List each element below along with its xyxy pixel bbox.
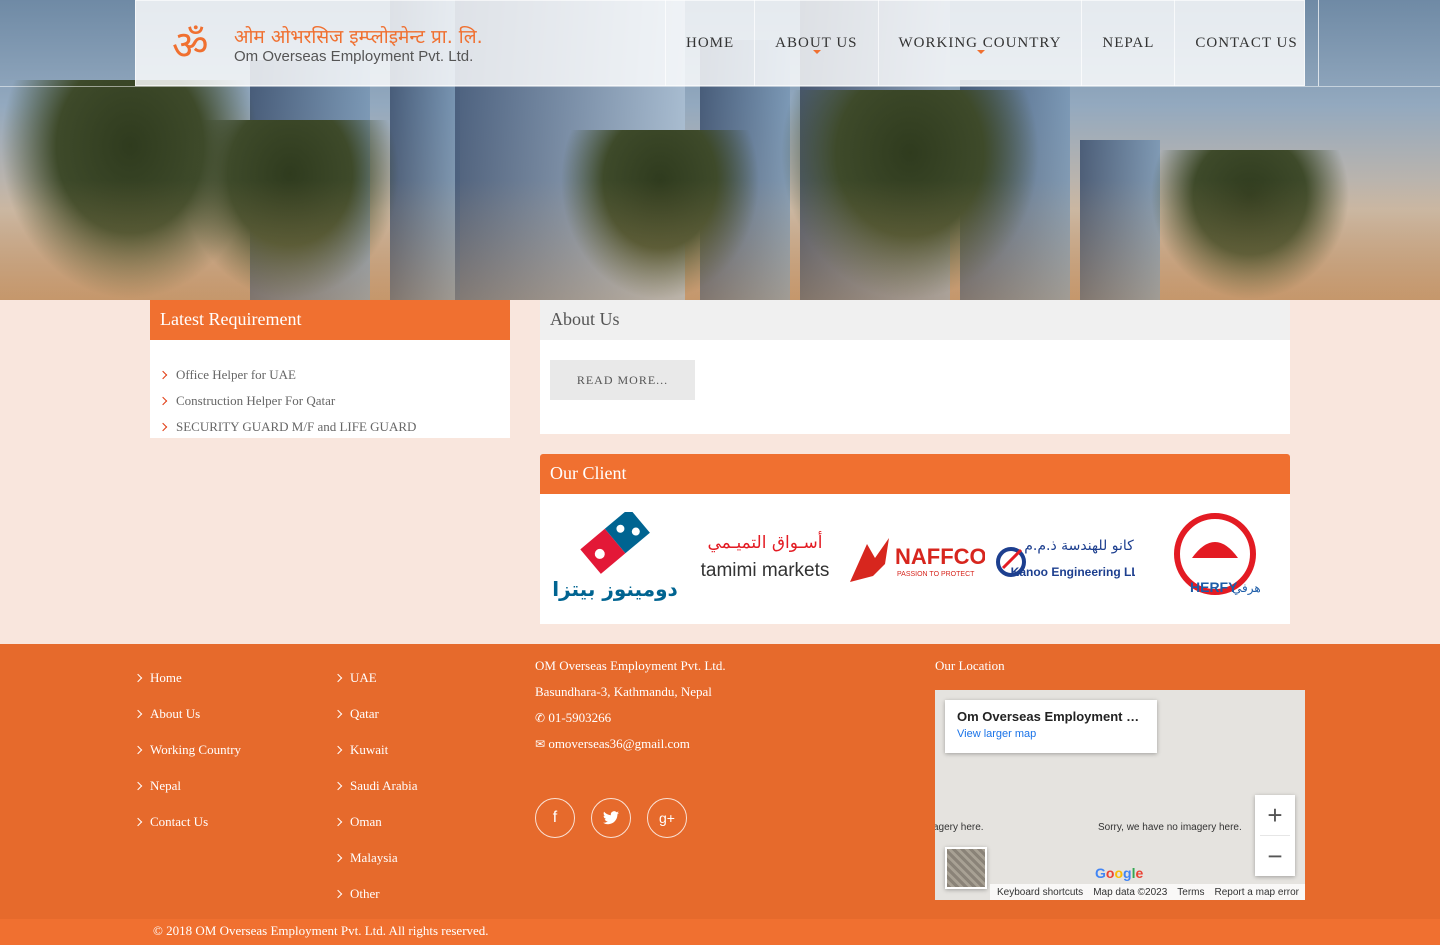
phone: ✆ 01-5903266 <box>535 710 612 725</box>
requirement-item[interactable]: Office Helper for UAE <box>158 362 416 388</box>
chevron-right-icon <box>158 370 168 380</box>
read-more-button[interactable]: Read More... <box>550 360 695 400</box>
svg-text:كانو للهندسة ذ.م.م: كانو للهندسة ذ.م.م <box>1024 538 1134 554</box>
footer-link[interactable]: Working Country <box>133 732 241 768</box>
chevron-right-icon <box>333 745 343 755</box>
footer-country-link[interactable]: Malaysia <box>333 840 418 876</box>
footer-country-link[interactable]: UAE <box>333 660 418 696</box>
facebook-icon[interactable]: f <box>535 798 575 838</box>
envelope-icon: ✉ <box>535 737 546 751</box>
chevron-right-icon <box>333 889 343 899</box>
client-logo-herfy[interactable]: HERFY هرفي <box>1145 509 1285 609</box>
footer-country-link[interactable]: Oman <box>333 804 418 840</box>
client-logo-dominos[interactable]: دومينوز بيتزا <box>545 509 685 609</box>
requirement-list: Office Helper for UAE Construction Helpe… <box>158 362 416 440</box>
chevron-right-icon <box>133 817 143 827</box>
nav-home[interactable]: Home <box>665 0 754 86</box>
requirement-item[interactable]: Construction Helper For Qatar <box>158 388 416 414</box>
report-error-link[interactable]: Report a map error <box>1215 887 1299 898</box>
caret-down-icon <box>976 50 985 54</box>
copyright-text: © 2018 OM Overseas Employment Pvt. Ltd. … <box>153 923 489 938</box>
twitter-icon[interactable] <box>591 798 631 838</box>
terms-link[interactable]: Terms <box>1177 887 1204 898</box>
map-layer-toggle[interactable] <box>945 847 987 889</box>
map-attribution-bar: Keyboard shortcuts Map data ©2023 Terms … <box>990 884 1305 900</box>
google-logo: Google <box>1095 865 1144 881</box>
keyboard-shortcuts-link[interactable]: Keyboard shortcuts <box>997 887 1083 898</box>
zoom-out-icon[interactable]: − <box>1255 836 1295 876</box>
chevron-right-icon <box>133 673 143 683</box>
nav-contact-us[interactable]: Contact Us <box>1174 0 1319 86</box>
chevron-right-icon <box>333 817 343 827</box>
footer-country-link[interactable]: Saudi Arabia <box>333 768 418 804</box>
footer-link[interactable]: About Us <box>133 696 241 732</box>
map-data-text: Map data ©2023 <box>1093 886 1168 898</box>
company-name: OM Overseas Employment Pvt. Ltd. <box>535 658 726 673</box>
svg-text:NAFFCO: NAFFCO <box>895 544 985 569</box>
map-no-imagery-text: agery here. <box>935 822 984 833</box>
footer-links-main: Home About Us Working Country Nepal Cont… <box>133 660 241 840</box>
client-logos: دومينوز بيتزا أسـواق التميـمي tamimi mar… <box>540 494 1290 624</box>
footer-country-link[interactable]: Qatar <box>333 696 418 732</box>
svg-text:HERFY: HERFY <box>1190 579 1238 595</box>
dominos-arabic: دومينوز بيتزا <box>552 577 678 601</box>
our-client-title: Our Client <box>540 454 1290 494</box>
map-no-imagery-text: Sorry, we have no imagery here. <box>1098 822 1242 833</box>
our-location-title: Our Location <box>935 658 1005 673</box>
chevron-right-icon <box>333 781 343 791</box>
svg-text:Kanoo Engineering LLC: Kanoo Engineering LLC <box>1011 565 1135 579</box>
nav-about-us[interactable]: About Us <box>754 0 877 86</box>
svg-text:tamimi markets: tamimi markets <box>701 560 830 581</box>
latest-requirement-title: Latest Requirement <box>150 300 510 340</box>
map-place-card: Om Overseas Employment Pvt. Ltd. View la… <box>945 700 1157 753</box>
address: Basundhara-3, Kathmandu, Nepal <box>535 684 712 699</box>
chevron-right-icon <box>133 781 143 791</box>
client-logo-tamimi[interactable]: أسـواق التميـمي tamimi markets <box>695 509 835 609</box>
client-logo-naffco[interactable]: NAFFCO PASSION TO PROTECT <box>845 509 985 609</box>
social-links: f g+ <box>535 798 687 838</box>
footer-country-link[interactable]: Other <box>333 876 418 912</box>
footer-link[interactable]: Nepal <box>133 768 241 804</box>
client-logo-kanoo[interactable]: كانو للهندسة ذ.م.م Kanoo Engineering LLC <box>995 509 1135 609</box>
svg-text:أسـواق التميـمي: أسـواق التميـمي <box>707 531 822 553</box>
chevron-right-icon <box>158 422 168 432</box>
footer-links-countries: UAE Qatar Kuwait Saudi Arabia Oman Malay… <box>333 660 418 912</box>
logo-hindi: ओम ओभरसिज इम्प्लोइमेन्ट प्रा. लि. <box>234 26 483 48</box>
nav-nepal[interactable]: Nepal <box>1081 0 1174 86</box>
chevron-right-icon <box>333 709 343 719</box>
requirement-item[interactable]: SECURITY GUARD M/F and LIFE GUARD <box>158 414 416 440</box>
footer-link[interactable]: Contact Us <box>133 804 241 840</box>
chevron-right-icon <box>158 396 168 406</box>
chevron-right-icon <box>133 745 143 755</box>
om-symbol-icon: ॐ <box>172 23 209 69</box>
email[interactable]: ✉ omoverseas36@gmail.com <box>535 734 726 760</box>
footer-contact: OM Overseas Employment Pvt. Ltd. Basundh… <box>535 656 726 760</box>
copyright-bar: © 2018 OM Overseas Employment Pvt. Ltd. … <box>0 919 1440 945</box>
caret-down-icon <box>813 50 822 54</box>
phone-icon: ✆ <box>535 711 546 725</box>
google-plus-icon[interactable]: g+ <box>647 798 687 838</box>
zoom-in-icon[interactable]: + <box>1255 795 1295 835</box>
about-us-title: About Us <box>540 300 1290 340</box>
logo-english: Om Overseas Employment Pvt. Ltd. <box>234 48 474 65</box>
map-zoom-controls: + − <box>1255 795 1295 876</box>
footer-link[interactable]: Home <box>133 660 241 696</box>
logo[interactable]: ॐ ओम ओभरसिज इम्प्लोइमेन्ट प्रा. लि. Om O… <box>172 22 492 70</box>
chevron-right-icon <box>333 673 343 683</box>
chevron-right-icon <box>333 853 343 863</box>
nav-working-country[interactable]: Working Country <box>877 0 1082 86</box>
footer-country-link[interactable]: Kuwait <box>333 732 418 768</box>
svg-text:PASSION TO PROTECT: PASSION TO PROTECT <box>897 571 975 578</box>
view-larger-map-link[interactable]: View larger map <box>957 728 1145 740</box>
chevron-right-icon <box>133 709 143 719</box>
google-map[interactable]: Om Overseas Employment Pvt. Ltd. View la… <box>935 690 1305 900</box>
main-nav: Home About Us Working Country Nepal Cont… <box>665 0 1319 86</box>
map-place-name: Om Overseas Employment Pvt. Ltd. <box>957 709 1145 724</box>
svg-text:هرفي: هرفي <box>1232 581 1261 596</box>
